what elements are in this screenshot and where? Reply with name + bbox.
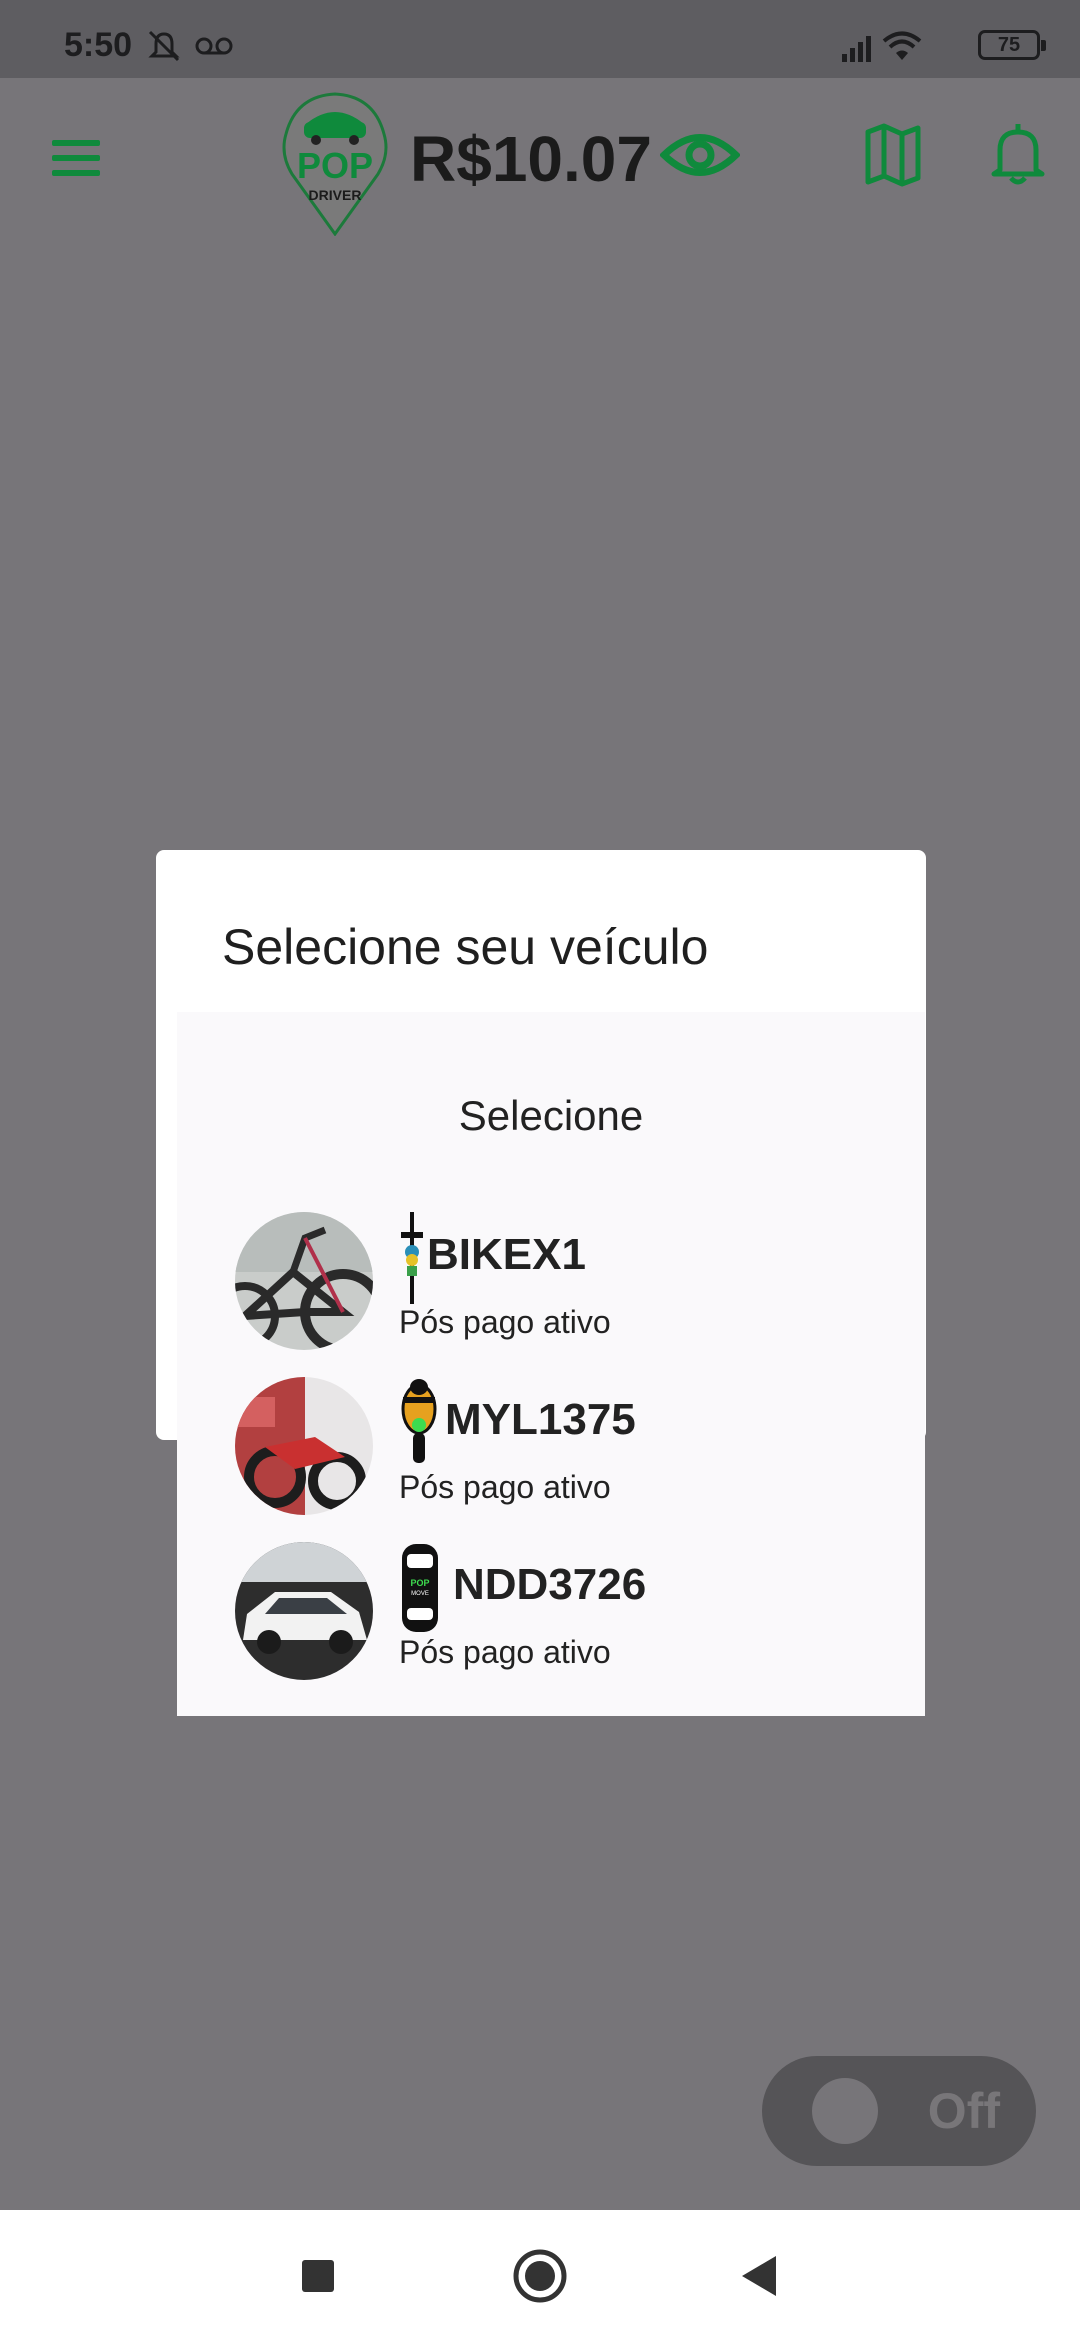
select-label: Selecione xyxy=(458,1092,644,1139)
bicycle-photo-icon xyxy=(235,1212,373,1350)
vehicle-option[interactable]: MYL1375 Pós pago ativo xyxy=(235,1377,895,1527)
vehicle-option[interactable]: POP MOVE NDD3726 Pós pago ativo xyxy=(235,1542,895,1692)
triangle-back-icon xyxy=(742,2256,776,2296)
signal-wifi-icons xyxy=(842,31,922,62)
dialog-title: Selecione seu veículo xyxy=(222,919,709,975)
status-icons-right xyxy=(840,28,960,69)
bell-icon xyxy=(991,124,1045,185)
vehicle-plate: MYL1375 xyxy=(445,1395,636,1444)
status-bar: 5:50 75 xyxy=(0,0,1080,78)
vehicle-type-icon xyxy=(399,1377,439,1474)
vehicle-select-panel: Selecione BIKEX1 Pós pago ativo MYL1375 … xyxy=(177,1012,925,1716)
online-toggle[interactable]: Off xyxy=(762,2056,1036,2166)
vehicle-type-icon xyxy=(399,1212,425,1309)
vehicle-photo xyxy=(235,1212,373,1350)
balance-amount: R$10.07 xyxy=(410,123,652,195)
hamburger-menu-icon xyxy=(52,140,100,176)
status-icons-left xyxy=(148,28,238,69)
motorcycle-icon xyxy=(401,1379,437,1463)
app-header: POP DRIVER R$10.07 xyxy=(0,78,1080,238)
bicycle-icon xyxy=(401,1212,423,1304)
menu-button[interactable] xyxy=(48,136,104,180)
system-nav-bar xyxy=(0,2210,1080,2340)
circle-home-icon xyxy=(513,2249,567,2303)
back-button[interactable] xyxy=(730,2246,790,2306)
motorcycle-photo-icon xyxy=(235,1377,373,1515)
vehicle-status: Pós pago ativo xyxy=(399,1469,611,1505)
voicemail-icon xyxy=(195,37,233,55)
toggle-label: Off xyxy=(927,2083,1000,2139)
vehicle-plate: BIKEX1 xyxy=(427,1230,586,1279)
mute-icon xyxy=(148,30,233,62)
car-photo-icon xyxy=(235,1542,373,1680)
toggle-balance-visibility-button[interactable] xyxy=(658,122,742,188)
logo-text: POP xyxy=(297,145,373,186)
battery-indicator: 75 xyxy=(978,30,1046,60)
notifications-button[interactable] xyxy=(990,122,1046,188)
wifi-icon xyxy=(882,31,922,60)
logo-pin-icon: POP DRIVER xyxy=(282,92,388,237)
logo-subtext: DRIVER xyxy=(309,187,362,203)
toggle-knob[interactable] xyxy=(812,2078,878,2144)
vehicle-status: Pós pago ativo xyxy=(399,1304,611,1340)
map-button[interactable] xyxy=(862,122,924,188)
status-time: 5:50 xyxy=(64,26,133,64)
home-button[interactable] xyxy=(510,2246,570,2306)
signal-icon xyxy=(842,36,871,62)
vehicle-photo xyxy=(235,1542,373,1680)
recents-button[interactable] xyxy=(288,2246,348,2306)
vehicle-option[interactable]: BIKEX1 Pós pago ativo xyxy=(235,1212,895,1362)
svg-text:POP: POP xyxy=(410,1578,429,1588)
vehicle-photo xyxy=(235,1377,373,1515)
eye-icon xyxy=(658,134,742,176)
map-icon xyxy=(865,123,921,187)
vehicle-plate: NDD3726 xyxy=(453,1560,647,1609)
vehicle-type-icon: POP MOVE xyxy=(399,1542,441,1639)
car-icon: POP MOVE xyxy=(402,1544,438,1632)
svg-text:MOVE: MOVE xyxy=(411,1591,429,1597)
square-recents-icon xyxy=(302,2260,334,2292)
vehicle-status: Pós pago ativo xyxy=(399,1634,611,1670)
pop-driver-logo: POP DRIVER xyxy=(280,86,390,237)
